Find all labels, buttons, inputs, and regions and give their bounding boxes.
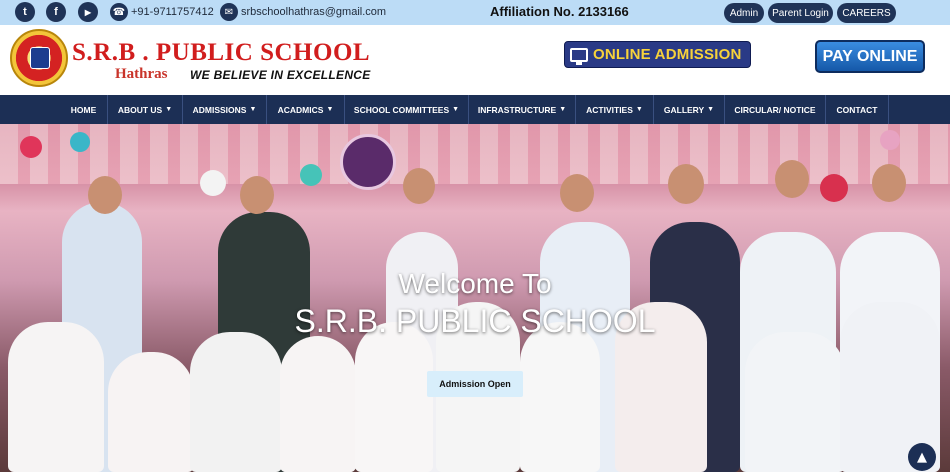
balloon-decoration bbox=[820, 174, 848, 202]
student-figure bbox=[520, 322, 600, 472]
nav-label: ADMISSIONS bbox=[192, 104, 247, 115]
scroll-to-top-icon[interactable]: ▲ bbox=[908, 443, 936, 471]
nav-academics[interactable]: ACADMICS ▼ bbox=[267, 95, 345, 124]
student-figure bbox=[8, 322, 104, 472]
hero-welcome-line: Welcome To bbox=[398, 268, 552, 299]
balloon-decoration bbox=[200, 170, 226, 196]
nav-home[interactable]: HOME bbox=[60, 95, 108, 124]
chevron-down-icon: ▼ bbox=[326, 106, 334, 113]
student-figure bbox=[745, 332, 845, 472]
email-icon: ✉ bbox=[220, 3, 238, 21]
student-figure bbox=[280, 336, 356, 472]
nav-circular-notice[interactable]: CIRCULAR/ NOTICE bbox=[725, 95, 826, 124]
nav-label: GALLERY bbox=[663, 104, 705, 115]
nav-infrastructure[interactable]: INFRASTRUCTURE ▼ bbox=[469, 95, 576, 124]
chevron-down-icon: ▼ bbox=[165, 106, 173, 113]
nav-gallery[interactable]: GALLERY ▼ bbox=[654, 95, 725, 124]
nav-label: ACADMICS bbox=[277, 104, 324, 115]
hero-school-title: S.R.B. PUBLIC SCHOOL bbox=[294, 303, 656, 339]
student-head bbox=[403, 168, 435, 204]
admin-button[interactable]: Admin bbox=[724, 3, 764, 23]
top-bar: t f ▶ ☎ +91-9711757412 ✉ srbschoolhathra… bbox=[0, 0, 950, 25]
student-figure bbox=[355, 322, 433, 472]
balloon-decoration bbox=[300, 164, 322, 186]
email-address[interactable]: srbschoolhathras@gmail.com bbox=[241, 6, 386, 18]
hero-banner: Welcome To S.R.B. PUBLIC SCHOOL Admissio… bbox=[0, 124, 950, 472]
chevron-down-icon: ▼ bbox=[559, 106, 567, 113]
school-logo[interactable] bbox=[10, 29, 68, 87]
student-head bbox=[775, 160, 809, 198]
pay-online-label: PAY ONLINE bbox=[822, 47, 918, 65]
admission-open-button[interactable]: Admission Open bbox=[427, 371, 523, 397]
pay-online-button[interactable]: PAY ONLINE bbox=[815, 40, 925, 73]
school-city: Hathras bbox=[115, 66, 168, 82]
nav-admissions[interactable]: ADMISSIONS ▼ bbox=[183, 95, 267, 124]
stage-emblem bbox=[340, 134, 396, 190]
nav-label: ACTIVITIES bbox=[586, 104, 633, 115]
nav-label: CIRCULAR/ NOTICE bbox=[734, 104, 816, 115]
chevron-down-icon: ▼ bbox=[249, 106, 257, 113]
main-nav: HOME ABOUT US ▼ ADMISSIONS ▼ ACADMICS ▼ SCH… bbox=[0, 95, 950, 124]
student-head bbox=[88, 176, 122, 214]
nav-activities[interactable]: ACTIVITIES ▼ bbox=[576, 95, 654, 124]
student-head bbox=[668, 164, 704, 204]
student-figure bbox=[108, 352, 194, 472]
phone-icon: ☎ bbox=[110, 3, 128, 21]
school-name: S.R.B . PUBLIC SCHOOL bbox=[72, 39, 371, 66]
nav-label: HOME bbox=[70, 104, 97, 115]
balloon-decoration bbox=[70, 132, 90, 152]
online-admission-button[interactable]: ONLINE ADMISSION bbox=[564, 41, 751, 68]
nav-label: ABOUT US bbox=[117, 104, 163, 115]
school-tagline: WE BELIEVE IN EXCELLENCE bbox=[190, 68, 371, 82]
nav-label: CONTACT bbox=[836, 104, 878, 115]
affiliation-number: Affiliation No. 2133166 bbox=[490, 4, 629, 19]
chevron-down-icon: ▼ bbox=[707, 106, 715, 113]
logo-crest bbox=[30, 47, 50, 69]
student-head bbox=[240, 176, 274, 214]
phone-number[interactable]: +91-9711757412 bbox=[131, 6, 214, 18]
nav-school-committees[interactable]: SCHOOL COMMITTEES ▼ bbox=[345, 95, 469, 124]
balloon-decoration bbox=[880, 130, 900, 150]
parent-login-button[interactable]: Parent Login bbox=[768, 3, 833, 23]
online-admission-label: ONLINE ADMISSION bbox=[593, 46, 742, 63]
nav-label: SCHOOL COMMITTEES bbox=[353, 104, 450, 115]
chevron-down-icon: ▼ bbox=[452, 106, 460, 113]
nav-about-us[interactable]: ABOUT US ▼ bbox=[108, 95, 183, 124]
balloon-decoration bbox=[20, 136, 42, 158]
youtube-icon[interactable]: ▶ bbox=[78, 2, 98, 22]
chevron-down-icon: ▼ bbox=[635, 106, 643, 113]
facebook-icon[interactable]: f bbox=[46, 2, 66, 22]
nav-label: INFRASTRUCTURE bbox=[477, 104, 557, 115]
student-head bbox=[560, 174, 594, 212]
site-header: S.R.B . PUBLIC SCHOOL Hathras WE BELIEVE… bbox=[0, 25, 950, 95]
careers-button[interactable]: CAREERS bbox=[837, 3, 896, 23]
student-figure bbox=[190, 332, 282, 472]
monitor-icon bbox=[570, 47, 588, 65]
student-head bbox=[872, 164, 906, 202]
twitter-icon[interactable]: t bbox=[15, 2, 35, 22]
nav-contact[interactable]: CONTACT bbox=[826, 95, 889, 124]
